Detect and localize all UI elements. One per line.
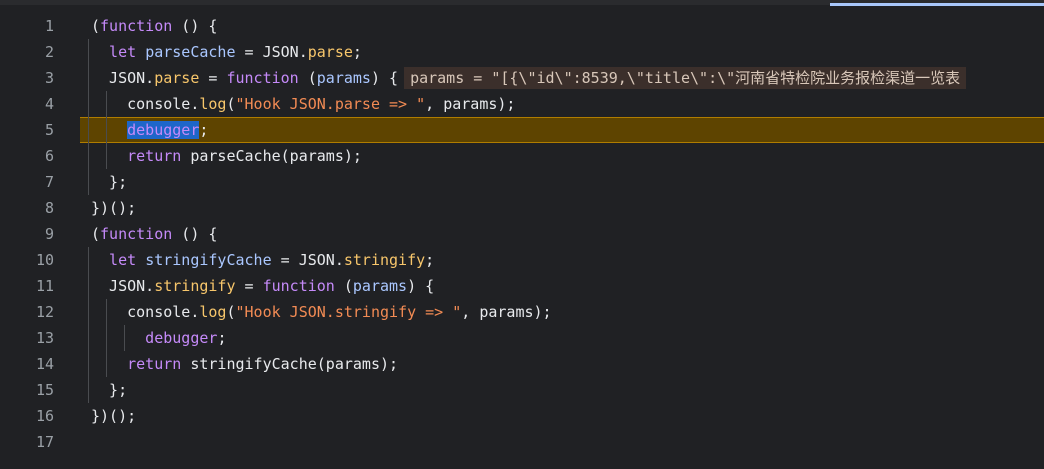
code-token: stringifyCache: [145, 251, 272, 269]
code-token: (: [91, 17, 101, 35]
code-token: , params);: [461, 303, 552, 321]
code-line[interactable]: [80, 429, 1044, 455]
code-line[interactable]: JSON.parse = function (params) { params =…: [80, 65, 1044, 91]
code-token: function: [100, 17, 173, 35]
paused-code-line[interactable]: debugger;: [80, 117, 1044, 143]
code-token: ;: [217, 329, 227, 347]
indent-guide: [88, 247, 89, 403]
code-token: (: [91, 225, 101, 243]
line-number[interactable]: 13: [0, 325, 54, 351]
code-token: stringify: [154, 277, 236, 295]
code-token: })();: [91, 199, 137, 217]
code-token: stringifyCache(params);: [181, 355, 399, 373]
code-token: = JSON.: [271, 251, 344, 269]
code-token: log: [199, 95, 227, 113]
code-editor[interactable]: 1 2 3 4 5 6 7 8 9 10 11 12 13 14 15 16 17 (function () {…: [0, 0, 1044, 469]
code-token: ;: [425, 251, 435, 269]
code-token: =: [235, 277, 263, 295]
indent-guide: [124, 325, 125, 351]
code-token: JSON.: [91, 277, 155, 295]
line-number[interactable]: 8: [0, 195, 54, 221]
code-line[interactable]: (function () {: [80, 13, 1044, 39]
code-token: =: [199, 69, 227, 87]
line-number[interactable]: 17: [0, 429, 54, 455]
code-line[interactable]: })();: [80, 403, 1044, 429]
indent-guide: [106, 91, 107, 169]
code-token: () {: [172, 17, 218, 35]
code-token: function: [226, 69, 299, 87]
code-token: parse: [154, 69, 200, 87]
line-number[interactable]: 14: [0, 351, 54, 377]
code-token: "Hook JSON.stringify => ": [235, 303, 462, 321]
code-content[interactable]: (function () { let parseCache = JSON.par…: [80, 0, 1044, 469]
code-token: ) {: [407, 277, 435, 295]
code-token: = JSON.: [235, 43, 308, 61]
code-token: (: [334, 277, 353, 295]
line-number[interactable]: 3: [0, 65, 54, 91]
code-token: return: [91, 147, 182, 165]
line-number[interactable]: 9: [0, 221, 54, 247]
code-token: ;: [199, 121, 209, 139]
code-token: (: [298, 69, 317, 87]
line-number[interactable]: 10: [0, 247, 54, 273]
line-number[interactable]: 11: [0, 273, 54, 299]
code-line[interactable]: console.log("Hook JSON.stringify => ", p…: [80, 299, 1044, 325]
line-number[interactable]: 16: [0, 403, 54, 429]
code-line[interactable]: let parseCache = JSON.parse;: [80, 39, 1044, 65]
code-token: function: [262, 277, 335, 295]
code-token: params: [352, 277, 408, 295]
code-token: debugger: [91, 329, 218, 347]
code-token: (: [226, 303, 236, 321]
line-number[interactable]: 2: [0, 39, 54, 65]
line-number[interactable]: 4: [0, 91, 54, 117]
code-token: })();: [91, 407, 137, 425]
code-token: , params);: [425, 95, 516, 113]
code-token: parseCache: [145, 43, 236, 61]
code-token: () {: [172, 225, 218, 243]
code-line[interactable]: })();: [80, 195, 1044, 221]
code-line[interactable]: debugger;: [80, 325, 1044, 351]
code-token: log: [199, 303, 227, 321]
indent-guide: [88, 39, 89, 195]
code-token: console.: [91, 95, 200, 113]
code-token: ;: [352, 43, 362, 61]
code-token: stringify: [343, 251, 426, 269]
line-number[interactable]: 1: [0, 13, 54, 39]
code-token: parse: [307, 43, 353, 61]
code-line[interactable]: JSON.stringify = function (params) {: [80, 273, 1044, 299]
line-number[interactable]: 5: [0, 117, 54, 143]
code-line[interactable]: let stringifyCache = JSON.stringify;: [80, 247, 1044, 273]
indent-guide: [106, 299, 107, 377]
code-line[interactable]: (function () {: [80, 221, 1044, 247]
code-token: "Hook JSON.parse => ": [235, 95, 426, 113]
code-token: let: [91, 251, 146, 269]
code-line[interactable]: };: [80, 377, 1044, 403]
code-token: ) {: [370, 69, 399, 87]
code-token: params: [316, 69, 371, 87]
line-number-gutter[interactable]: 1 2 3 4 5 6 7 8 9 10 11 12 13 14 15 16 17: [0, 0, 80, 469]
code-token: function: [100, 225, 173, 243]
code-line[interactable]: return parseCache(params);: [80, 143, 1044, 169]
line-number[interactable]: 15: [0, 377, 54, 403]
code-line[interactable]: return stringifyCache(params);: [80, 351, 1044, 377]
code-line[interactable]: };: [80, 169, 1044, 195]
code-token: parseCache(params);: [181, 147, 362, 165]
code-token: (: [226, 95, 236, 113]
code-token: };: [91, 381, 128, 399]
code-token: console.: [91, 303, 200, 321]
code-token: debugger: [127, 121, 200, 139]
code-token: };: [91, 173, 128, 191]
line-number[interactable]: 7: [0, 169, 54, 195]
code-token: let: [91, 43, 146, 61]
code-line[interactable]: console.log("Hook JSON.parse => ", param…: [80, 91, 1044, 117]
line-number[interactable]: 12: [0, 299, 54, 325]
inline-value-preview[interactable]: params = "[{\"id\":8539,\"title\":\"河南省特…: [404, 67, 967, 89]
code-token: return: [91, 355, 182, 373]
line-number[interactable]: 6: [0, 143, 54, 169]
code-token: JSON.: [91, 69, 155, 87]
